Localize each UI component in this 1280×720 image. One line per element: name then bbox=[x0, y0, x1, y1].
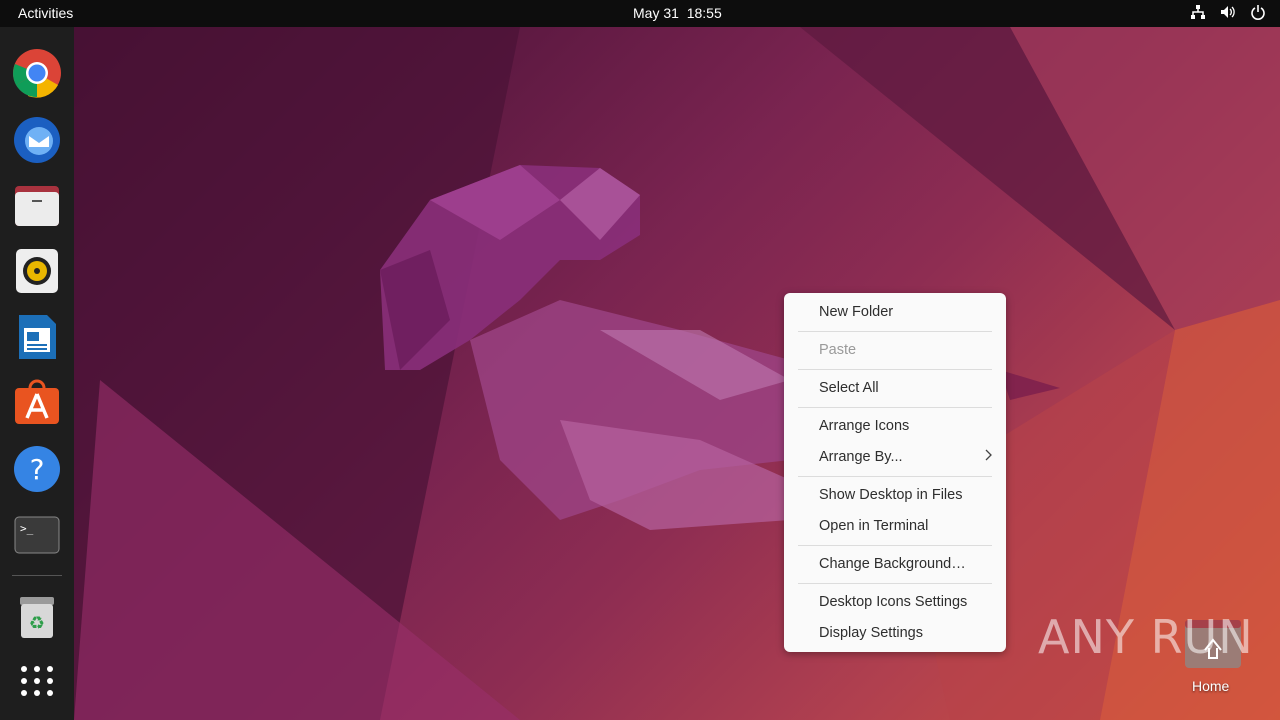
menu-separator bbox=[798, 583, 992, 584]
home-folder-label[interactable]: Home bbox=[1192, 678, 1229, 694]
menu-item-new-folder[interactable]: New Folder bbox=[819, 304, 893, 320]
trash-icon[interactable]: ♻ bbox=[12, 592, 62, 642]
menu-separator bbox=[798, 545, 992, 546]
svg-text:♻: ♻ bbox=[29, 613, 45, 634]
libreoffice-writer-icon[interactable] bbox=[12, 312, 62, 362]
menu-item-change-background[interactable]: Change Background… bbox=[819, 556, 966, 572]
activities-button[interactable]: Activities bbox=[18, 5, 73, 21]
volume-icon[interactable] bbox=[1220, 4, 1236, 20]
svg-text:>_: >_ bbox=[20, 522, 34, 535]
help-icon[interactable]: ? bbox=[12, 444, 62, 494]
power-icon[interactable] bbox=[1250, 4, 1266, 20]
menu-item-arrange-by[interactable]: Arrange By... bbox=[819, 449, 903, 465]
show-apps-icon[interactable] bbox=[12, 657, 62, 707]
menu-item-paste: Paste bbox=[819, 342, 857, 358]
menu-separator bbox=[798, 476, 992, 477]
menu-separator bbox=[798, 369, 992, 370]
rhythmbox-icon[interactable] bbox=[12, 246, 62, 296]
dock: ? >_ ♻ bbox=[0, 27, 74, 720]
thunderbird-icon[interactable] bbox=[12, 114, 62, 164]
clock[interactable]: May 31 18:55 bbox=[633, 5, 722, 21]
terminal-icon[interactable]: >_ bbox=[12, 510, 62, 560]
files-icon[interactable] bbox=[12, 180, 62, 230]
top-bar: Activities May 31 18:55 bbox=[0, 0, 1280, 27]
menu-item-display-settings[interactable]: Display Settings bbox=[819, 625, 923, 641]
chrome-icon[interactable] bbox=[12, 48, 62, 98]
system-tray[interactable] bbox=[1190, 4, 1266, 20]
watermark: ANY RUN bbox=[1038, 610, 1254, 664]
menu-item-select-all[interactable]: Select All bbox=[819, 380, 879, 396]
menu-item-desktop-icons-settings[interactable]: Desktop Icons Settings bbox=[819, 594, 967, 610]
menu-separator bbox=[798, 331, 992, 332]
chevron-right-icon bbox=[985, 449, 992, 461]
menu-item-open-in-terminal[interactable]: Open in Terminal bbox=[819, 518, 928, 534]
network-icon[interactable] bbox=[1190, 4, 1206, 20]
desktop-context-menu: New Folder Paste Select All Arrange Icon… bbox=[784, 293, 1006, 652]
dock-separator bbox=[12, 575, 62, 576]
app-center-icon[interactable] bbox=[12, 378, 62, 428]
menu-separator bbox=[798, 407, 992, 408]
menu-item-show-desktop-in-files[interactable]: Show Desktop in Files bbox=[819, 487, 962, 503]
menu-item-arrange-icons[interactable]: Arrange Icons bbox=[819, 418, 909, 434]
svg-text:?: ? bbox=[30, 453, 45, 486]
